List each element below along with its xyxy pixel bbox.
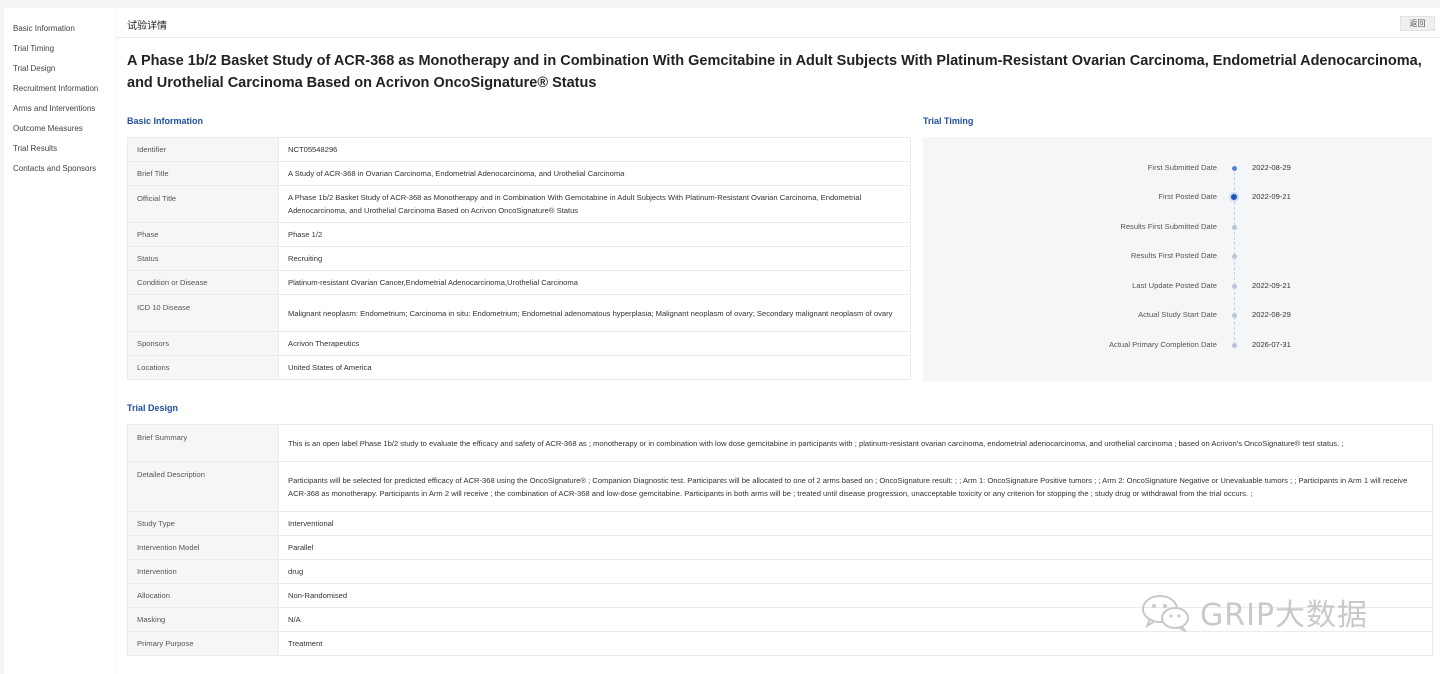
field-key: Primary Purpose [127, 631, 279, 656]
field-key: Allocation [127, 583, 279, 608]
back-button[interactable]: 返回 [1400, 16, 1435, 31]
timeline-dot [1232, 225, 1237, 230]
field-key: Sponsors [127, 331, 279, 356]
field-value: Platinum-resistant Ovarian Cancer,Endome… [278, 270, 911, 295]
basic-information-heading: Basic Information [127, 116, 204, 126]
watermark-text: GRIP大数据 [1200, 598, 1369, 633]
table-row: Status Recruiting [127, 246, 911, 271]
field-key: Locations [127, 355, 279, 380]
trial-design-heading: Trial Design [127, 403, 179, 413]
sidebar-item-recruitment-information[interactable]: Recruitment Information [4, 79, 115, 99]
table-row: Sponsors Acrivon Therapeutics [127, 331, 911, 356]
timeline-event: First Posted Date 2022-09-21 [923, 190, 1432, 204]
field-value: Interventional [278, 511, 1433, 536]
field-value: Treatment [278, 631, 1433, 656]
table-row: ICD 10 Disease Malignant neoplasm: Endom… [127, 294, 911, 332]
table-row: Brief Summary This is an open label Phas… [127, 424, 1433, 462]
timeline-event-label: First Posted Date [1158, 192, 1217, 201]
table-row: Official Title A Phase 1b/2 Basket Study… [127, 185, 911, 223]
field-key: Study Type [127, 511, 279, 536]
trial-timing-panel: First Submitted Date 2022-08-29 First Po… [923, 137, 1432, 381]
sidebar-nav: Basic Information Trial Timing Trial Des… [4, 8, 115, 674]
timeline-event-label: Actual Primary Completion Date [1108, 340, 1217, 349]
timeline-event: Actual Study Start Date 2022-08-29 [923, 308, 1432, 322]
field-value: A Phase 1b/2 Basket Study of ACR-368 as … [278, 185, 911, 223]
table-row: Condition or Disease Platinum-resistant … [127, 270, 911, 295]
field-key: Intervention Model [127, 535, 279, 560]
table-row: Detailed Description Participants will b… [127, 461, 1433, 512]
field-key: Brief Summary [127, 424, 279, 462]
timeline-event: Results First Submitted Date [923, 220, 1432, 234]
wechat-icon [1142, 595, 1189, 632]
timeline-event-label: Results First Posted Date [1130, 251, 1217, 260]
watermark: GRIP大数据 [1140, 590, 1368, 634]
timeline-dot [1232, 343, 1237, 348]
timeline-event-label: Actual Study Start Date [1138, 310, 1217, 319]
sidebar-item-trial-design[interactable]: Trial Design [4, 59, 115, 79]
sidebar-item-basic-information[interactable]: Basic Information [4, 19, 115, 39]
table-row: Primary Purpose Treatment [127, 631, 1433, 656]
timeline-event-label: Last Update Posted Date [1132, 281, 1217, 290]
table-row: Brief Title A Study of ACR-368 in Ovaria… [127, 161, 911, 186]
trial-timing-heading: Trial Timing [923, 116, 974, 126]
field-key: Condition or Disease [127, 270, 279, 295]
field-value: NCT05548296 [278, 137, 911, 162]
timeline-dot-active [1229, 192, 1239, 202]
table-row: Locations United States of America [127, 355, 911, 380]
timeline-event-date: 2026-07-31 [1252, 340, 1291, 349]
breadcrumb: 试验详情 [127, 21, 167, 32]
page-title: A Phase 1b/2 Basket Study of ACR-368 as … [127, 53, 1422, 91]
field-key: ICD 10 Disease [127, 294, 279, 332]
field-key: Identifier [127, 137, 279, 162]
table-row: Intervention Model Parallel [127, 535, 1433, 560]
timeline-dot [1232, 284, 1237, 289]
timeline-event: First Submitted Date 2022-08-29 [923, 161, 1432, 175]
field-value: Recruiting [278, 246, 911, 271]
field-value: Acrivon Therapeutics [278, 331, 911, 356]
timeline-event-label: First Submitted Date [1147, 163, 1217, 172]
basic-information-table: Identifier NCT05548296 Brief Title A Stu… [127, 137, 911, 380]
field-key: Brief Title [127, 161, 279, 186]
field-key: Status [127, 246, 279, 271]
sidebar-item-arms-and-interventions[interactable]: Arms and Interventions [4, 99, 115, 119]
table-row: Phase Phase 1/2 [127, 222, 911, 247]
timeline-dot [1232, 313, 1237, 318]
table-row: Study Type Interventional [127, 511, 1433, 536]
timeline-event: Last Update Posted Date 2022-09-21 [923, 279, 1432, 293]
field-key: Masking [127, 607, 279, 632]
sidebar-item-trial-results[interactable]: Trial Results [4, 139, 115, 159]
timeline-event-date: 2022-08-29 [1252, 163, 1291, 172]
sidebar-item-contacts-and-sponsors[interactable]: Contacts and Sponsors [4, 159, 115, 179]
field-value: Phase 1/2 [278, 222, 911, 247]
field-key: Intervention [127, 559, 279, 584]
sidebar-item-trial-timing[interactable]: Trial Timing [4, 39, 115, 59]
timeline-event-label: Results First Submitted Date [1120, 222, 1217, 231]
timeline-event-date: 2022-08-29 [1252, 310, 1291, 319]
sidebar-item-outcome-measures[interactable]: Outcome Measures [4, 119, 115, 139]
table-row: Intervention drug [127, 559, 1433, 584]
field-value: drug [278, 559, 1433, 584]
page-header: 试验详情 返回 [116, 8, 1440, 38]
field-value: Malignant neoplasm: Endometrium; Carcino… [278, 294, 911, 332]
timeline-event-date: 2022-09-21 [1252, 281, 1291, 290]
field-key: Official Title [127, 185, 279, 223]
field-value: Participants will be selected for predic… [278, 461, 1433, 512]
field-value: United States of America [278, 355, 911, 380]
field-value: A Study of ACR-368 in Ovarian Carcinoma,… [278, 161, 911, 186]
field-key: Phase [127, 222, 279, 247]
main-content: 试验详情 返回 A Phase 1b/2 Basket Study of ACR… [116, 8, 1440, 674]
field-value: This is an open label Phase 1b/2 study t… [278, 424, 1433, 462]
timeline-dot [1232, 254, 1237, 259]
timeline-event-date: 2022-09-21 [1252, 192, 1291, 201]
field-value: Parallel [278, 535, 1433, 560]
timeline-event: Results First Posted Date [923, 249, 1432, 263]
timeline-event: Actual Primary Completion Date 2026-07-3… [923, 338, 1432, 352]
field-key: Detailed Description [127, 461, 279, 512]
table-row: Identifier NCT05548296 [127, 137, 911, 162]
timeline-dot [1232, 166, 1237, 171]
